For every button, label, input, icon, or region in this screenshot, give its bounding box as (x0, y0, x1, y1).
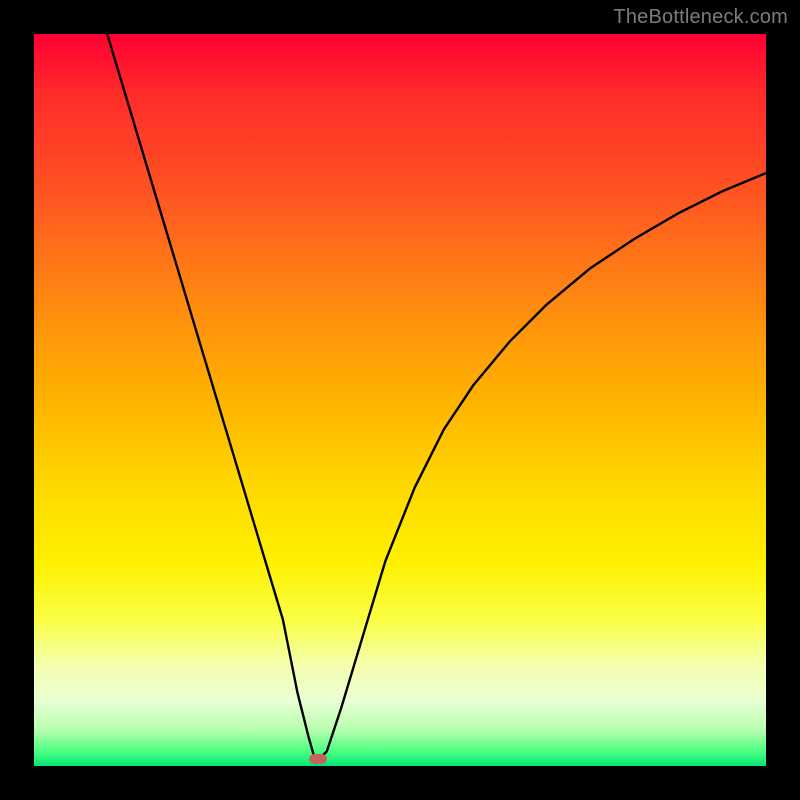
optimum-marker (309, 754, 327, 764)
plot-area (34, 34, 766, 766)
curve-layer (34, 34, 766, 766)
bottleneck-curve-path (107, 34, 766, 762)
watermark-text: TheBottleneck.com (613, 6, 788, 29)
chart-frame: TheBottleneck.com (0, 0, 800, 800)
